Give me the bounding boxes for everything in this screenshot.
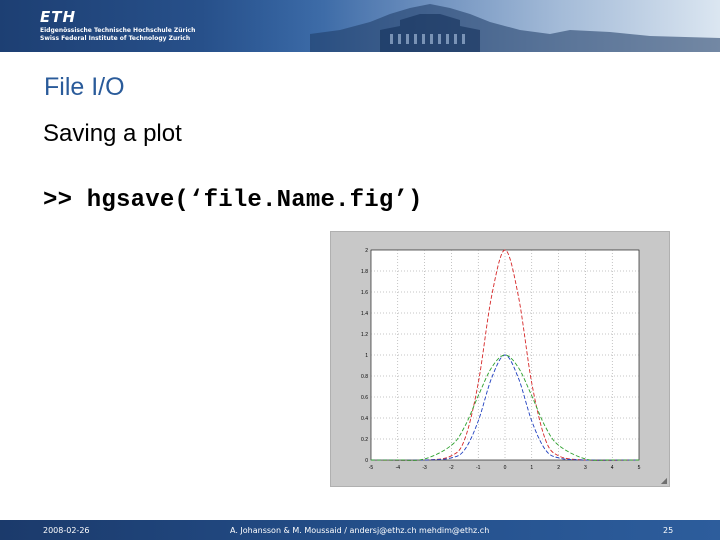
y-tick-label: 1.6: [361, 290, 368, 296]
slide-subtitle: Saving a plot: [43, 120, 182, 147]
y-tick-label: 0.6: [361, 395, 368, 401]
code-command: >> hgsave(‘file.Name.fig’): [43, 187, 423, 214]
footer-authors: A. Johansson & M. Moussaid / andersj@eth…: [230, 526, 490, 535]
x-tick-label: -1: [476, 465, 481, 471]
y-tick-label: 1.4: [361, 311, 368, 317]
institution-name-en: Swiss Federal Institute of Technology Zu…: [40, 35, 191, 42]
building-photo: [250, 0, 720, 52]
footer-date: 2008-02-26: [43, 526, 90, 535]
y-tick-label: 0.4: [361, 416, 368, 422]
institution-name: Eidgenössische Technische Hochschule Zür…: [40, 27, 195, 43]
x-tick-label: -4: [396, 465, 401, 471]
y-tick-label: 0: [365, 458, 368, 464]
y-tick-label: 2: [365, 248, 368, 254]
y-tick-label: 1.8: [361, 269, 368, 275]
footer-bar: 2008-02-26 A. Johansson & M. Moussaid / …: [0, 520, 720, 540]
x-tick-label: -2: [449, 465, 454, 471]
eth-logo: ETH: [40, 8, 77, 26]
x-tick-label: 4: [611, 465, 614, 471]
page-number: 25: [663, 526, 674, 535]
resize-grip-icon[interactable]: ◢: [661, 476, 667, 485]
page-title: File I/O: [44, 73, 125, 101]
x-tick-label: 0: [504, 465, 507, 471]
x-tick-label: -5: [369, 465, 374, 471]
line-chart: -5 -4 -3 -2 -1 0 1 2 3 4 5 0 0.2 0.4 0.6 0.8 1 1.2 1.4 1.6 1…: [361, 248, 641, 471]
y-tick-label: 0.8: [361, 374, 368, 380]
institution-name-de: Eidgenössische Technische Hochschule Zür…: [40, 27, 196, 34]
y-tick-label: 1.2: [361, 332, 368, 338]
y-tick-label: 0.2: [361, 437, 368, 443]
x-tick-label: -3: [422, 465, 427, 471]
figure-window[interactable]: -5 -4 -3 -2 -1 0 1 2 3 4 5 0 0.2 0.4 0.6 0.8 1 1.2 1.4 1.6 1…: [330, 231, 670, 487]
y-tick-label: 1: [365, 353, 368, 359]
x-tick-label: 1: [530, 465, 533, 471]
x-tick-label: 3: [584, 465, 587, 471]
x-tick-label: 5: [638, 465, 641, 471]
header-banner: ETH Eidgenössische Technische Hochschule…: [0, 0, 720, 52]
x-tick-label: 2: [557, 465, 560, 471]
